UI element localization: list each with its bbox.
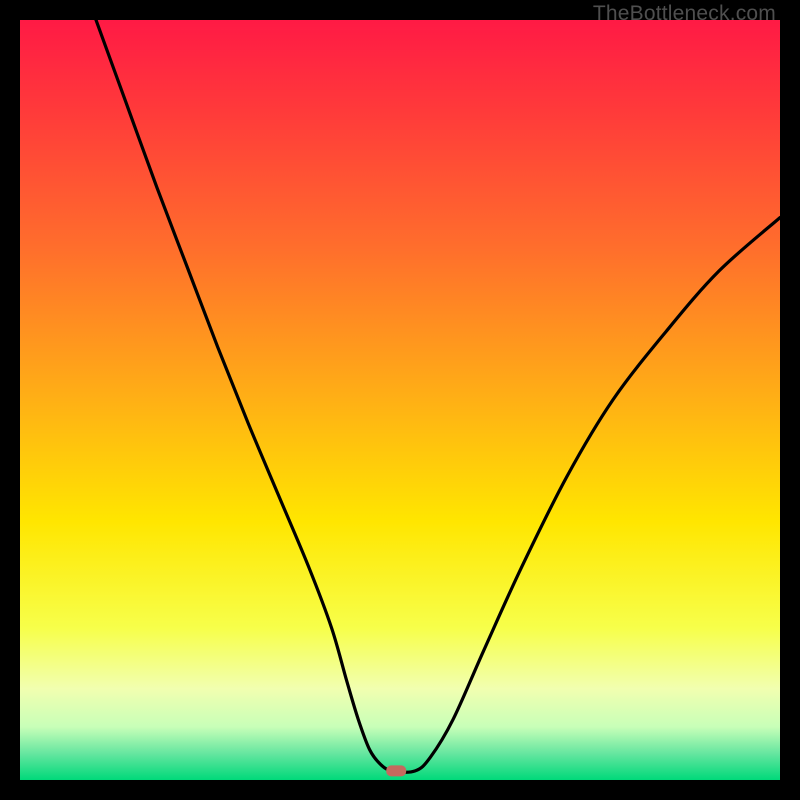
optimal-marker bbox=[386, 765, 406, 776]
chart-background bbox=[20, 20, 780, 780]
watermark-text: TheBottleneck.com bbox=[593, 2, 776, 26]
bottleneck-chart bbox=[20, 20, 780, 780]
chart-frame bbox=[20, 20, 780, 780]
